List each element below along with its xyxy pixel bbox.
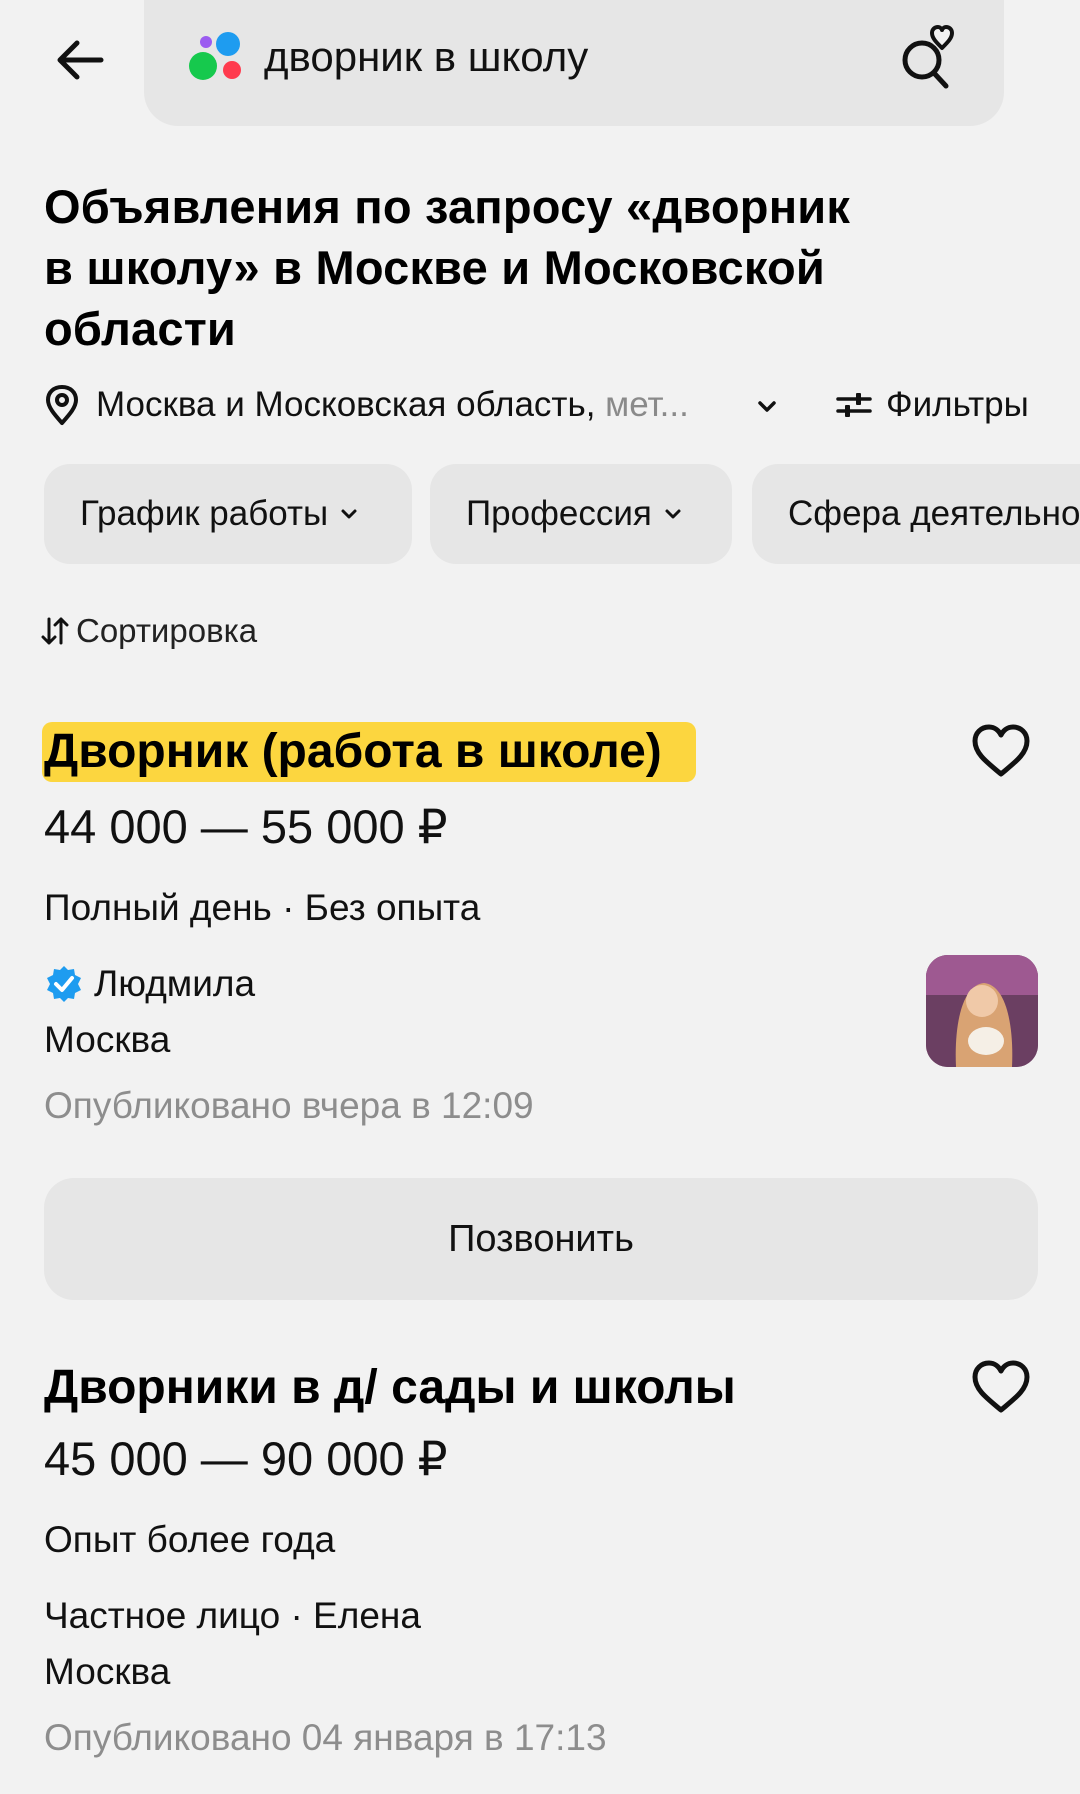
app-logo-icon	[186, 30, 244, 82]
sort-label: Сортировка	[76, 612, 258, 649]
sort-button[interactable]: Сортировка	[40, 608, 257, 654]
page-title-line-3: области	[44, 302, 237, 355]
page-title-line-2: в школу» в Москве и Московской	[44, 241, 825, 294]
listing-price: 44 000 — 55 000 ₽	[44, 800, 448, 853]
location-pin-icon	[46, 385, 78, 425]
search-heart-icon	[902, 25, 954, 89]
page-title: Объявления по запросу «дворник в школу» …	[44, 176, 944, 359]
listing-title[interactable]: Дворники в д/ сады и школы	[44, 1358, 736, 1418]
chip-label: График работы	[80, 494, 329, 533]
search-query[interactable]: дворник в школу	[264, 30, 588, 84]
filters-label: Фильтры	[886, 385, 1029, 424]
listing-published: Опубликовано 04 января в 17:13	[44, 1717, 607, 1758]
listing-city: Москва	[44, 1019, 171, 1060]
chip-industry[interactable]: Сфера деятельно	[752, 464, 1080, 564]
heart-icon	[972, 724, 1030, 777]
favorite-button[interactable]	[970, 722, 1040, 788]
listing-author[interactable]: Людмила	[44, 960, 255, 1008]
listing-title[interactable]: Дворник (работа в школе)	[44, 722, 662, 782]
call-button[interactable]: Позвонить	[44, 1178, 1038, 1300]
sort-arrows-icon	[41, 617, 69, 645]
listing-price: 45 000 — 90 000 ₽	[44, 1432, 448, 1485]
filters-button[interactable]: Фильтры	[836, 380, 1029, 430]
listing-published: Опубликовано вчера в 12:09	[44, 1085, 534, 1126]
listing-city: Москва	[44, 1651, 171, 1692]
chip-profession[interactable]: Профессия	[430, 464, 732, 564]
chevron-down-icon	[665, 509, 681, 519]
listing-author[interactable]: Частное лицо · Елена	[44, 1592, 421, 1640]
page-title-line-1: Объявления по запросу «дворник	[44, 180, 851, 233]
verified-badge-icon	[47, 966, 81, 1002]
listing-conditions: Опыт более года	[44, 1519, 336, 1560]
sliders-icon	[836, 393, 872, 417]
chip-label: Сфера деятельно	[788, 494, 1080, 533]
chip-label: Профессия	[466, 494, 652, 533]
author-avatar[interactable]	[926, 955, 1038, 1067]
location-selector[interactable]: Москва и Московская область, мет...	[44, 380, 689, 430]
save-search-button[interactable]	[896, 22, 960, 92]
arrow-left-icon	[57, 40, 104, 80]
chip-schedule[interactable]: График работы	[44, 464, 412, 564]
listing-conditions: Полный день · Без опыта	[44, 887, 481, 928]
favorite-button[interactable]	[970, 1358, 1040, 1424]
chevron-down-icon	[341, 509, 357, 519]
chevron-down-icon[interactable]	[752, 392, 782, 422]
heart-icon	[972, 1360, 1030, 1413]
location-text: Москва и Московская область, мет...	[96, 385, 689, 424]
author-name: Людмила	[94, 963, 256, 1004]
back-button[interactable]	[40, 20, 120, 100]
